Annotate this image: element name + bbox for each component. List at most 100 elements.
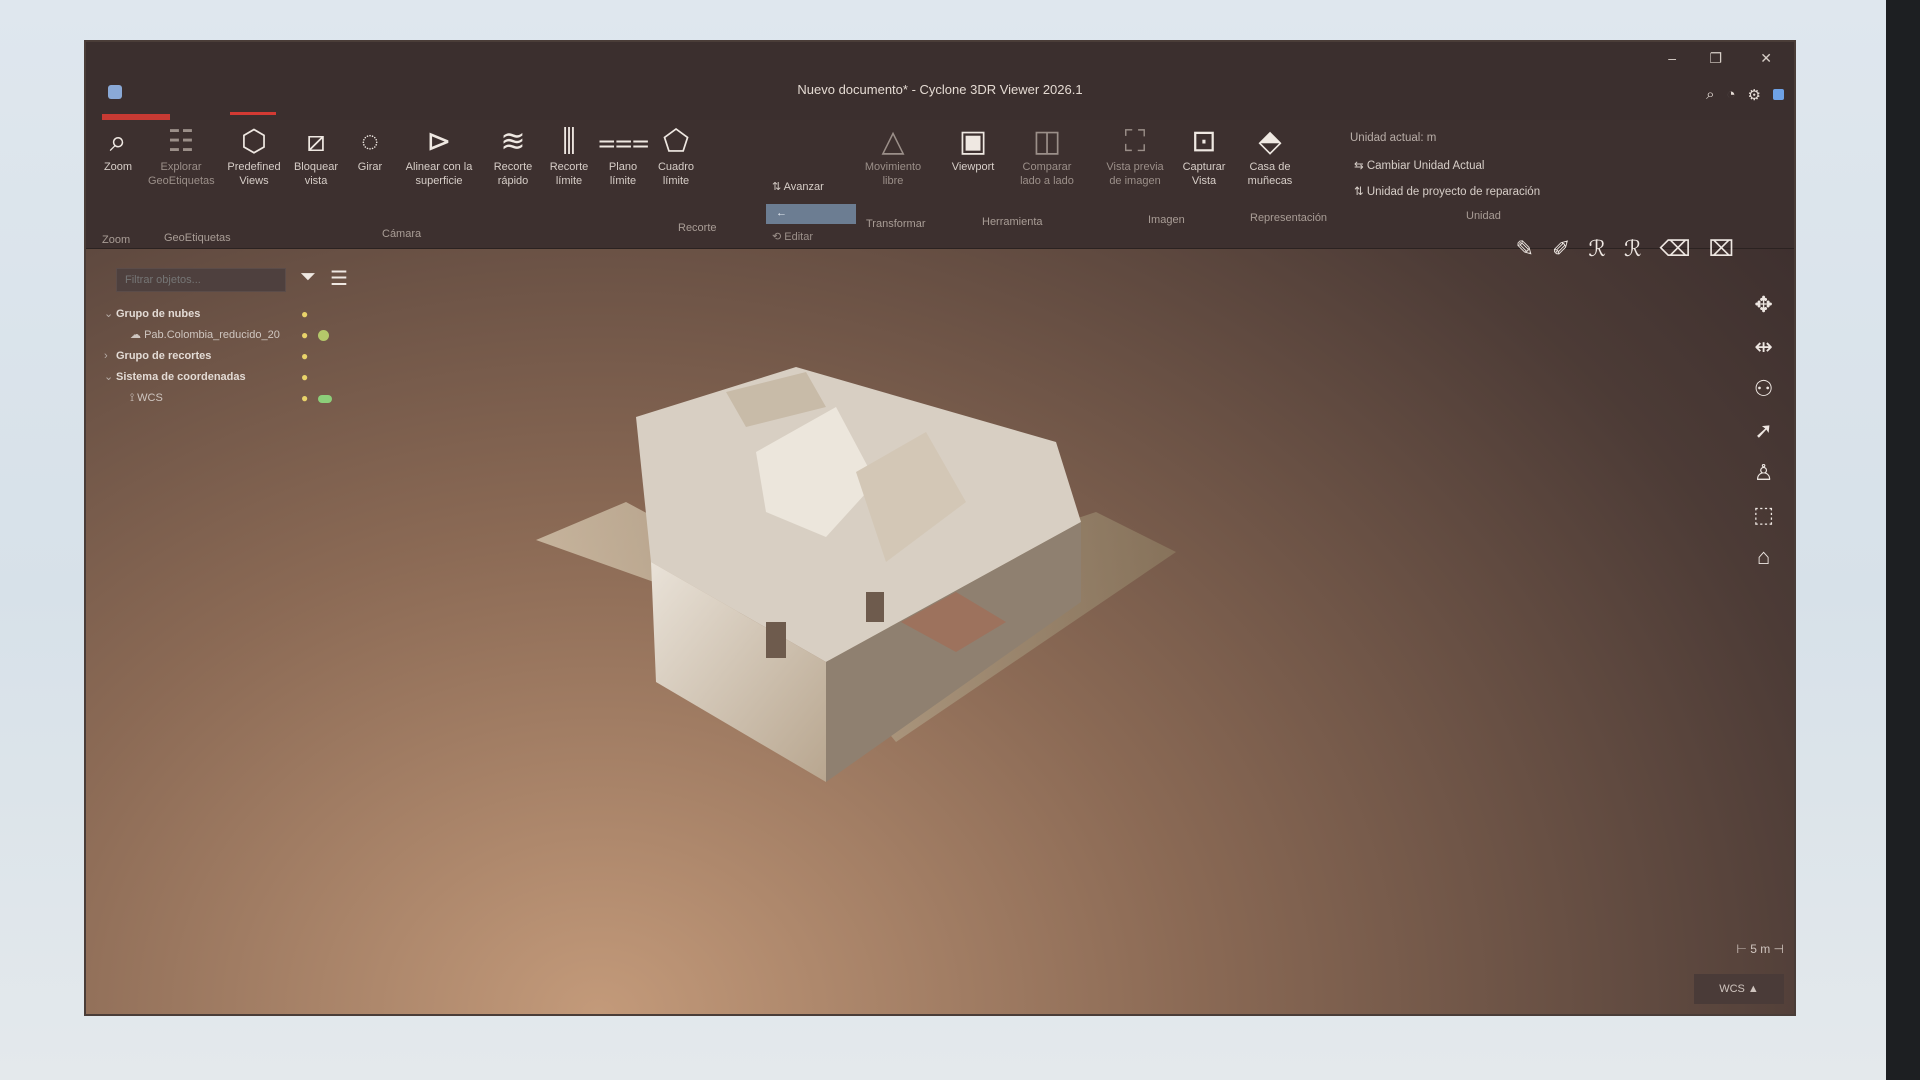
unidad-proyecto-button[interactable]: ⇅ Unidad de proyecto de reparación — [1354, 184, 1540, 198]
lasso-icon[interactable]: ℛ — [1588, 236, 1606, 262]
close-button[interactable]: ✕ — [1760, 50, 1772, 67]
tree-label: Grupo de recortes — [116, 350, 212, 362]
ribbon-panel: ⌕ Zoom ☷ Explorar GeoEtiquetas ⬡ Predefi… — [86, 120, 1794, 249]
walk-icon[interactable]: ⚇ — [1754, 376, 1774, 402]
group-herramienta: Herramienta — [982, 216, 1043, 228]
minimize-button[interactable]: – — [1668, 50, 1676, 66]
eraser-icon[interactable]: ⌫ — [1660, 236, 1691, 262]
pen-edit-icon[interactable]: ✐ — [1552, 236, 1570, 262]
scale-bar: ⊢ 5 m ⊣ — [1736, 942, 1784, 956]
scale-label: 5 m — [1750, 942, 1771, 956]
tree-label: Sistema de coordenadas — [116, 371, 246, 383]
coordinate-system-selector[interactable]: WCS ▲ — [1694, 974, 1784, 1004]
chevron-down-icon[interactable]: ⌄ — [104, 304, 116, 325]
viewport-button[interactable]: ▣ Viewport — [940, 124, 1006, 174]
lock-view-icon: ⧄ — [306, 125, 326, 158]
casa-munecas-button[interactable]: ⬘ Casa de muñecas — [1236, 124, 1304, 188]
viewport-label: Viewport — [951, 161, 995, 173]
editar-button[interactable]: ⟲ Editar — [772, 230, 813, 243]
tree-item-cloud[interactable]: ☁ Pab.Colombia_reducido_20 ● — [104, 325, 344, 346]
visibility-bulb-icon[interactable]: ● — [301, 388, 308, 409]
quick-clip-icon: ≋ — [500, 125, 526, 158]
cube-view-icon[interactable]: ⬚ — [1753, 502, 1774, 528]
image-preview-icon: ⛶ — [1124, 125, 1146, 158]
list-menu-icon[interactable]: ☰ — [330, 266, 348, 291]
group-unidad: Unidad — [1466, 210, 1501, 222]
group-imagen: Imagen — [1148, 214, 1185, 226]
object-tree: ⌄ Grupo de nubes ● ☁ Pab.Colombia_reducid… — [104, 304, 344, 409]
search-icon[interactable]: ⌕ — [1706, 86, 1714, 104]
visibility-bulb-icon[interactable]: ● — [301, 367, 308, 388]
recorte-rapido-button[interactable]: ≋ Recorte rápido — [486, 124, 540, 188]
cambiar-unidad-button[interactable]: ⇆ Cambiar Unidad Actual — [1354, 158, 1484, 172]
dollhouse-icon: ⬘ — [1258, 125, 1282, 158]
pan-icon[interactable]: ✥ — [1754, 292, 1772, 318]
plano-limite-label: Plano límite — [608, 161, 638, 187]
forward-icon: ⇅ — [772, 181, 784, 193]
wcs-label: WCS — [1719, 983, 1745, 995]
movimiento-libre-button[interactable]: △ Movimiento libre — [858, 124, 928, 188]
account-icon[interactable] — [1773, 89, 1784, 100]
fit-view-icon[interactable]: ⇹ — [1754, 334, 1772, 360]
visibility-bulb-icon[interactable]: ● — [301, 346, 308, 367]
chevron-right-icon[interactable]: › — [104, 346, 116, 367]
projection-screen-edge — [1886, 0, 1920, 1080]
cuadro-limite-label: Cuadro límite — [657, 161, 695, 187]
retroceder-button[interactable]: ← — [766, 204, 856, 224]
lasso-select-icon[interactable]: ℛ — [1624, 236, 1642, 262]
edit-icon: ⟲ — [772, 231, 785, 243]
align-surface-icon: ⊳ — [426, 125, 452, 158]
recorte-rapido-label: Recorte rápido — [493, 161, 533, 187]
point-cloud-model[interactable] — [536, 362, 1276, 822]
visibility-bulb-icon[interactable]: ● — [301, 325, 308, 346]
pen-add-icon[interactable]: ✎ — [1516, 236, 1534, 262]
avanzar-button[interactable]: ⇅ Avanzar — [772, 180, 824, 193]
navigation-toolbar: ✥ ⇹ ⚇ ➚ ♙ ⬚ ⌂ — [1753, 292, 1774, 570]
chevron-down-icon[interactable]: ⌄ — [104, 367, 116, 388]
alinear-superficie-button[interactable]: ⊳ Alinear con la superficie — [396, 124, 482, 188]
person-icon[interactable]: ♙ — [1754, 460, 1774, 486]
filter-icon[interactable]: ⏷ — [300, 266, 316, 289]
predefined-views-button[interactable]: ⬡ Predefined Views — [222, 124, 286, 188]
cambiar-unidad-label: Cambiar Unidad Actual — [1366, 160, 1485, 172]
tree-item-grupo-nubes[interactable]: ⌄ Grupo de nubes ● — [104, 304, 344, 325]
clip-limit-icon: ⫼ — [562, 125, 576, 158]
vista-previa-button[interactable]: ⛶ Vista previa de imagen — [1100, 124, 1170, 188]
restore-button[interactable]: ❐ — [1709, 50, 1722, 67]
zoom-label: Zoom — [103, 161, 133, 173]
alinear-label: Alinear con la superficie — [405, 161, 473, 187]
tree-item-sistema-coordenadas[interactable]: ⌄ Sistema de coordenadas ● — [104, 367, 344, 388]
filter-objects-input[interactable] — [116, 268, 286, 292]
group-transformar: Transformar — [866, 218, 926, 230]
capturar-vista-button[interactable]: ⊡ Capturar Vista — [1176, 124, 1232, 188]
chevron-up-icon: ▲ — [1747, 983, 1759, 995]
tree-item-grupo-recortes[interactable]: › Grupo de recortes ● — [104, 346, 344, 367]
unidad-actual-text: Unidad actual: m — [1350, 132, 1437, 144]
eraser-clear-icon[interactable]: ⌧ — [1709, 236, 1734, 262]
girar-label: Girar — [357, 161, 383, 173]
bloquear-vista-button[interactable]: ⧄ Bloquear vista — [288, 124, 344, 188]
plano-limite-button[interactable]: ⩶ Plano límite — [598, 124, 650, 188]
fly-icon[interactable]: ➚ — [1754, 418, 1772, 444]
recorte-limite-label: Recorte límite — [549, 161, 589, 187]
explorar-geoetiquetas-button[interactable]: ☷ Explorar GeoEtiquetas — [148, 124, 215, 188]
predefined-label: Predefined Views — [227, 161, 281, 187]
capture-icon[interactable]: ⌂ — [1757, 544, 1770, 570]
comparar-button[interactable]: ◫ Comparar lado a lado — [1014, 124, 1080, 188]
group-geoetiquetas: GeoEtiquetas — [164, 232, 231, 244]
unit-change-icon: ⇆ — [1354, 160, 1367, 172]
tree-item-wcs[interactable]: ⟟ WCS ● — [104, 388, 344, 409]
rotate-icon: ◌ — [361, 125, 379, 158]
plane-limit-icon: ⩶ — [598, 125, 650, 158]
settings-icon[interactable]: ⚙ — [1748, 86, 1761, 104]
cuadro-limite-button[interactable]: ⬠ Cuadro límite — [650, 124, 702, 188]
group-recorte: Recorte — [678, 222, 717, 234]
unidad-proyecto-label: Unidad de proyecto de reparación — [1366, 186, 1541, 198]
recorte-limite-button[interactable]: ⫼ Recorte límite — [542, 124, 596, 188]
girar-button[interactable]: ◌ Girar — [346, 124, 394, 174]
visibility-bulb-icon[interactable]: ● — [301, 304, 308, 325]
axis-toggle-icon[interactable] — [318, 395, 332, 403]
zoom-button[interactable]: ⌕ Zoom — [94, 124, 142, 174]
compare-icon: ◫ — [1032, 125, 1062, 158]
notification-icon[interactable]: ◔ — [1726, 86, 1735, 104]
